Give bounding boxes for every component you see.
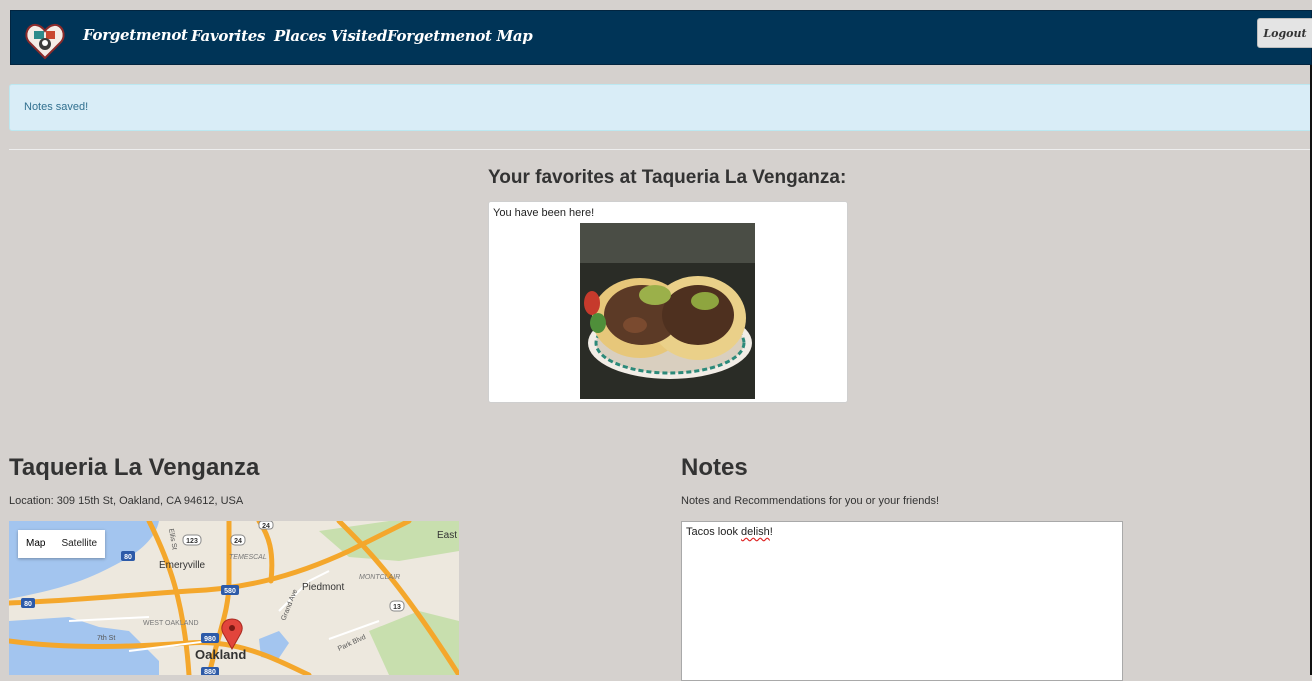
nav-link-forgetmenot-map[interactable]: Forgetmenot Map xyxy=(387,27,533,45)
notes-text-before: Tacos look xyxy=(686,526,742,538)
map-label-oakland: Oakland xyxy=(195,647,246,662)
navbar: Forgetmenot Favorites Places Visited For… xyxy=(10,10,1312,65)
map-type-control: Map Satellite xyxy=(18,530,106,558)
place-location: Location: 309 15th St, Oakland, CA 94612… xyxy=(9,495,244,507)
taco-photo[interactable] xyxy=(580,223,755,399)
map-label-east: East xyxy=(437,530,457,541)
brand-link[interactable]: Forgetmenot xyxy=(83,26,188,44)
notes-text-after: ! xyxy=(769,526,773,538)
shield-i980: 980 xyxy=(204,636,216,643)
map-type-map-button[interactable]: Map xyxy=(18,530,53,558)
notes-subtitle: Notes and Recommendations for you or you… xyxy=(681,495,940,507)
shield-i880: 880 xyxy=(204,669,216,675)
place-title: Taqueria La Venganza xyxy=(9,454,260,481)
map-label-west-oakland: WEST OAKLAND xyxy=(143,620,199,627)
shield-ca13: 13 xyxy=(393,604,401,611)
google-map[interactable]: Emeryville Piedmont Oakland East TEMESCA… xyxy=(9,521,459,675)
favorites-heading: Your favorites at Taqueria La Venganza: xyxy=(488,167,847,188)
shield-ca24-a: 24 xyxy=(234,538,242,545)
nav-link-places-visited[interactable]: Places Visited xyxy=(274,27,387,45)
logout-button[interactable]: Logout xyxy=(1257,18,1312,48)
divider xyxy=(9,149,1312,150)
alert-text: Notes saved! xyxy=(24,101,89,113)
map-label-piedmont: Piedmont xyxy=(302,582,344,593)
shield-i80-b: 80 xyxy=(24,601,32,608)
notes-saved-alert: Notes saved! xyxy=(9,84,1312,131)
favorite-card: You have been here! xyxy=(488,201,848,403)
heart-logo-icon[interactable] xyxy=(25,22,65,60)
notes-title: Notes xyxy=(681,454,748,481)
map-label-montclair: MONTCLAIR xyxy=(359,574,400,581)
nav-link-favorites[interactable]: Favorites xyxy=(191,27,265,45)
map-label-7th-st: 7th St xyxy=(97,635,115,642)
shield-ca24-b: 24 xyxy=(262,523,270,530)
map-label-temescal: TEMESCAL xyxy=(229,554,267,561)
shield-i80-a: 80 xyxy=(124,554,132,561)
map-label-emeryville: Emeryville xyxy=(159,560,206,571)
shield-ca123: 123 xyxy=(186,538,198,545)
shield-i580: 580 xyxy=(224,588,236,595)
notes-textarea[interactable]: Tacos look delish! xyxy=(681,521,1123,681)
visited-text: You have been here! xyxy=(493,207,595,219)
notes-text-misspelled: delish xyxy=(741,526,770,538)
map-type-satellite-button[interactable]: Satellite xyxy=(53,530,105,558)
